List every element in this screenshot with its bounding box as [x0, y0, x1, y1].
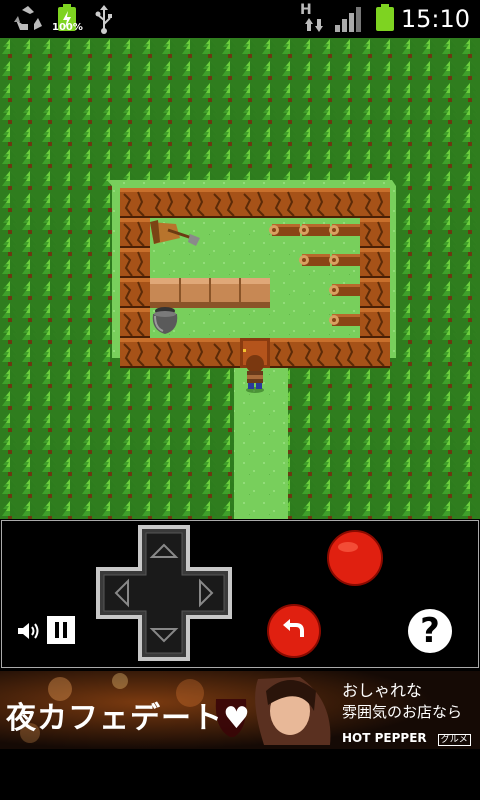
- undo-red-button[interactable]: [266, 603, 322, 659]
- game-viewport[interactable]: [0, 38, 480, 519]
- game-scene: [0, 38, 480, 519]
- volume-icon[interactable]: [16, 619, 40, 643]
- dpad-control[interactable]: [96, 525, 232, 661]
- heart-icon: ♥: [223, 701, 251, 736]
- wall-top: [120, 188, 390, 218]
- wooden-table[interactable]: [150, 278, 270, 308]
- status-bar: 100% H 15:10: [0, 0, 480, 38]
- wall-bottom-right: [270, 338, 390, 368]
- ad-headline: 夜カフェデート♥: [6, 701, 251, 736]
- controls-panel: ?: [0, 519, 480, 669]
- ad-tagline-1: おしゃれな: [342, 681, 423, 700]
- ad-brand: HOT PEPPER グルメ: [342, 727, 471, 746]
- clock: 15:10: [400, 5, 470, 33]
- network-type-label: H: [300, 2, 312, 18]
- action-red-button[interactable]: [326, 529, 384, 587]
- battery-percent-label: 100%: [52, 22, 83, 33]
- brand-sub: グルメ: [437, 734, 471, 746]
- battery-icon: [376, 4, 394, 31]
- wall-bottom-left: [120, 338, 240, 368]
- pause-icon[interactable]: [46, 615, 76, 645]
- help-label: ?: [420, 611, 440, 651]
- signal-icon: [335, 7, 361, 32]
- player-character[interactable]: [246, 355, 264, 393]
- hspa-data-icon: H: [300, 2, 324, 34]
- ad-tagline-2: 雰囲気のお店なら: [342, 703, 463, 721]
- bottom-bar: [0, 749, 480, 800]
- usb-icon: [95, 5, 112, 34]
- recycle-icon: [14, 6, 42, 30]
- ad-banner[interactable]: 夜カフェデート♥ おしゃれな 雰囲気のお店なら HOT PEPPER グルメ: [0, 671, 480, 749]
- brand-name: HOT PEPPER: [342, 731, 427, 745]
